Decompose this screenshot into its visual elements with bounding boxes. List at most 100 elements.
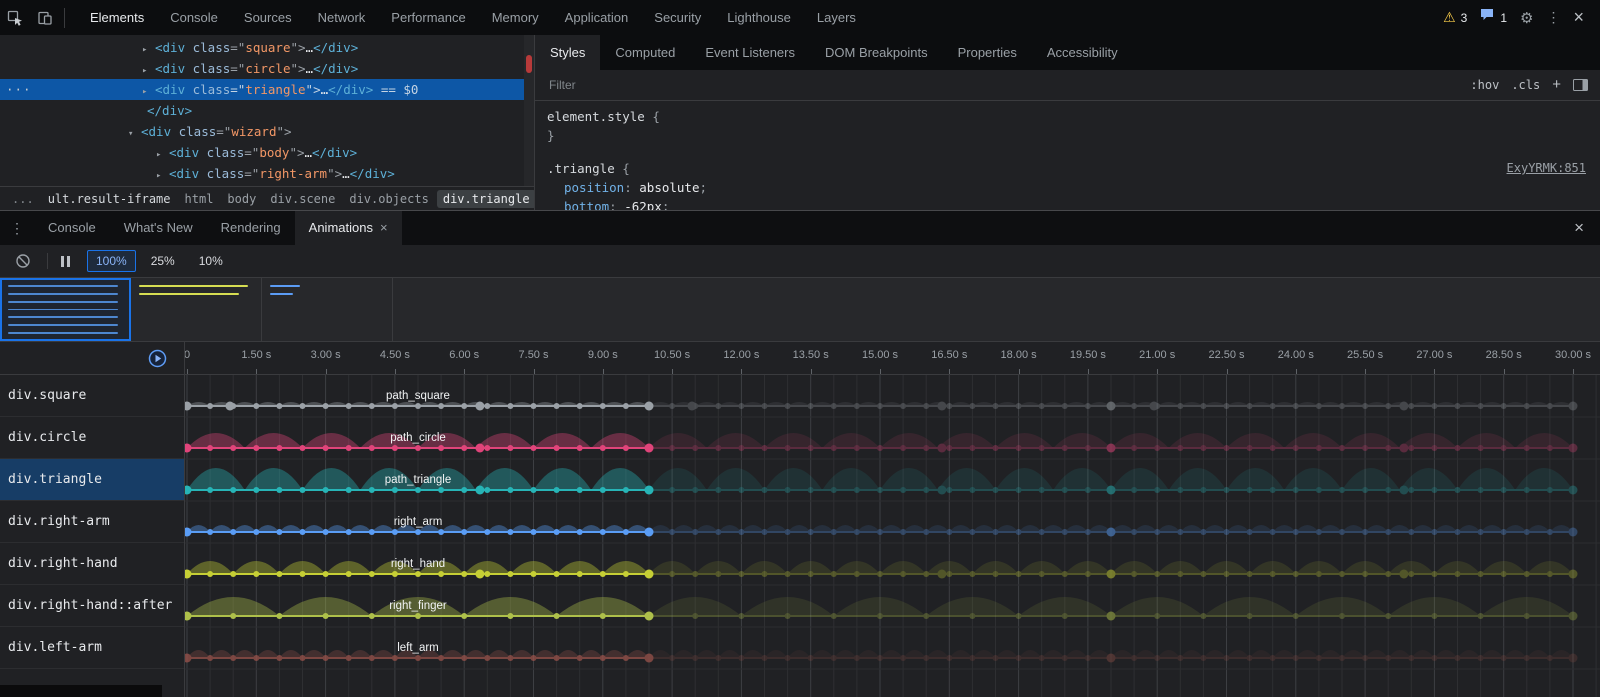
close-drawer-icon[interactable]: × — [1558, 218, 1600, 238]
warnings-icon[interactable]: ⚠ — [1443, 9, 1456, 26]
ruler-tick — [1157, 369, 1158, 374]
dom-node[interactable]: ▸<div class="circle">…</div> — [0, 58, 534, 79]
elements-panel: ▸<div class="square">…</div>▸<div class=… — [0, 35, 535, 210]
drawer-menu-icon[interactable]: ⋮ — [0, 220, 34, 237]
main-tab-layers[interactable]: Layers — [804, 0, 869, 35]
breadcrumb: ...ult.result-iframehtmlbodydiv.scenediv… — [0, 186, 534, 210]
styles-tab-accessibility[interactable]: Accessibility — [1032, 35, 1133, 70]
animation-node-div-right-arm[interactable]: div.right-arm — [0, 501, 184, 543]
dom-node-selected[interactable]: ···▸<div class="triangle">…</div> == $0 — [0, 79, 534, 100]
toggle-hover-state-button[interactable]: :hov — [1470, 78, 1499, 92]
more-options-icon[interactable]: ⋮ — [1546, 9, 1560, 26]
property-value: absolute — [639, 180, 699, 195]
main-tab-security[interactable]: Security — [641, 0, 714, 35]
toggle-class-button[interactable]: .cls — [1511, 78, 1540, 92]
main-tab-performance[interactable]: Performance — [378, 0, 478, 35]
close-tab-icon[interactable]: × — [380, 211, 388, 245]
elements-scrollbar[interactable] — [524, 35, 534, 186]
code-token: … — [306, 61, 314, 76]
code-token: … — [305, 145, 313, 160]
horizontal-scrollbar[interactable] — [0, 685, 162, 697]
playback-rate-25[interactable]: 25% — [142, 250, 184, 272]
playback-rate-10[interactable]: 10% — [190, 250, 232, 272]
breadcrumb-html[interactable]: html — [179, 190, 220, 208]
breadcrumb-ult-result-iframe[interactable]: ult.result-iframe — [42, 190, 177, 208]
breadcrumb-div-triangle[interactable]: div.triangle — [437, 190, 534, 208]
breadcrumb-div-scene[interactable]: div.scene — [264, 190, 341, 208]
code-token: =" — [216, 124, 231, 139]
timeline-grid[interactable]: path_squarepath_circlepath_triangleright… — [185, 375, 1600, 697]
semicolon: ; — [700, 180, 708, 195]
close-devtools-icon[interactable]: × — [1573, 7, 1584, 28]
drawer-tab-console[interactable]: Console — [34, 211, 110, 245]
breadcrumb-body[interactable]: body — [221, 190, 262, 208]
animation-node-div-left-arm[interactable]: div.left-arm — [0, 627, 184, 669]
preview-line — [139, 285, 248, 287]
stylesheet-link[interactable]: ExyYRMK:851 — [1507, 159, 1586, 178]
preview-line — [8, 301, 118, 303]
dom-node[interactable]: ▸<div class="body">…</div> — [0, 142, 534, 163]
pause-icon[interactable] — [57, 256, 74, 267]
css-property[interactable]: bottom: -62px; — [547, 197, 1586, 210]
styles-tab-event-listeners[interactable]: Event Listeners — [690, 35, 810, 70]
new-style-rule-button[interactable]: + — [1552, 76, 1561, 93]
styles-tab-computed[interactable]: Computed — [600, 35, 690, 70]
styles-tab-dom-breakpoints[interactable]: DOM Breakpoints — [810, 35, 943, 70]
main-tab-memory[interactable]: Memory — [479, 0, 552, 35]
timeline-ruler[interactable]: 01.50 s3.00 s4.50 s6.00 s7.50 s9.00 s10.… — [185, 342, 1600, 374]
dom-node[interactable]: ▸<div class="right-arm">…</div> — [0, 163, 534, 184]
animation-node-div-circle[interactable]: div.circle — [0, 417, 184, 459]
inspect-cursor-icon — [7, 10, 23, 26]
animation-node-div-right-hand-after[interactable]: div.right-hand::after — [0, 585, 184, 627]
animation-node-div-square[interactable]: div.square — [0, 375, 184, 417]
settings-gear-icon[interactable]: ⚙ — [1520, 9, 1533, 27]
styles-tab-styles[interactable]: Styles — [535, 35, 600, 70]
main-tab-console[interactable]: Console — [157, 0, 231, 35]
drawer-tab-rendering[interactable]: Rendering — [207, 211, 295, 245]
animation-node-div-right-hand[interactable]: div.right-hand — [0, 543, 184, 585]
ruler-time-label: 21.00 s — [1139, 349, 1175, 361]
sidebar-toggle-icon[interactable] — [1573, 79, 1588, 91]
close-brace: } — [547, 126, 1586, 145]
main-tab-network[interactable]: Network — [305, 0, 379, 35]
issues-icon[interactable] — [1480, 8, 1495, 27]
rule-selector[interactable]: element.style { — [547, 107, 1586, 126]
track-label-right-hand: right_hand — [391, 558, 445, 570]
styles-tab-bar: StylesComputedEvent ListenersDOM Breakpo… — [535, 35, 1600, 70]
device-toolbar-icon[interactable] — [30, 4, 60, 32]
ruler-time-label: 7.50 s — [519, 349, 549, 361]
playback-rate-100[interactable]: 100% — [87, 250, 136, 272]
styles-tab-properties[interactable]: Properties — [943, 35, 1032, 70]
animations-toolbar: 100% 25% 10% — [0, 245, 1600, 278]
track-label-right-finger: right_finger — [389, 600, 447, 612]
code-token: circle — [245, 61, 290, 76]
code-token: body — [259, 145, 289, 160]
dom-node[interactable]: ▾<div class="wizard"> — [0, 121, 534, 142]
animation-node-div-triangle[interactable]: div.triangle — [0, 459, 184, 501]
expand-arrow-icon[interactable]: ▸ — [156, 166, 169, 186]
rule-selector[interactable]: .triangle {ExyYRMK:851 — [547, 159, 1586, 178]
replay-icon[interactable] — [148, 349, 167, 373]
main-tab-lighthouse[interactable]: Lighthouse — [714, 0, 804, 35]
animation-group-preview[interactable] — [0, 278, 131, 341]
ruler-tick — [949, 369, 950, 374]
animation-group-preview[interactable] — [262, 278, 393, 341]
drawer-tab-what-s-new[interactable]: What's New — [110, 211, 207, 245]
ruler-time-label: 30.00 s — [1555, 349, 1591, 361]
dom-node[interactable]: ▸<div class="square">…</div> — [0, 37, 534, 58]
main-tab-elements[interactable]: Elements — [77, 0, 157, 35]
colon: : — [609, 199, 624, 210]
timeline-tracks[interactable]: path_squarepath_circlepath_triangleright… — [185, 375, 1600, 697]
clear-all-icon[interactable] — [8, 247, 38, 275]
dom-node[interactable]: </div> — [0, 100, 534, 121]
breadcrumb-[interactable]: ... — [6, 190, 40, 208]
styles-filter-input[interactable] — [547, 77, 1458, 93]
main-tab-application[interactable]: Application — [552, 0, 642, 35]
animation-group-preview[interactable] — [131, 278, 262, 341]
drawer-tab-animations[interactable]: Animations× — [295, 211, 402, 245]
css-property[interactable]: position: absolute; — [547, 178, 1586, 197]
inspect-element-icon[interactable] — [0, 4, 30, 32]
ruler-tick — [1296, 369, 1297, 374]
main-tab-sources[interactable]: Sources — [231, 0, 305, 35]
breadcrumb-div-objects[interactable]: div.objects — [343, 190, 434, 208]
